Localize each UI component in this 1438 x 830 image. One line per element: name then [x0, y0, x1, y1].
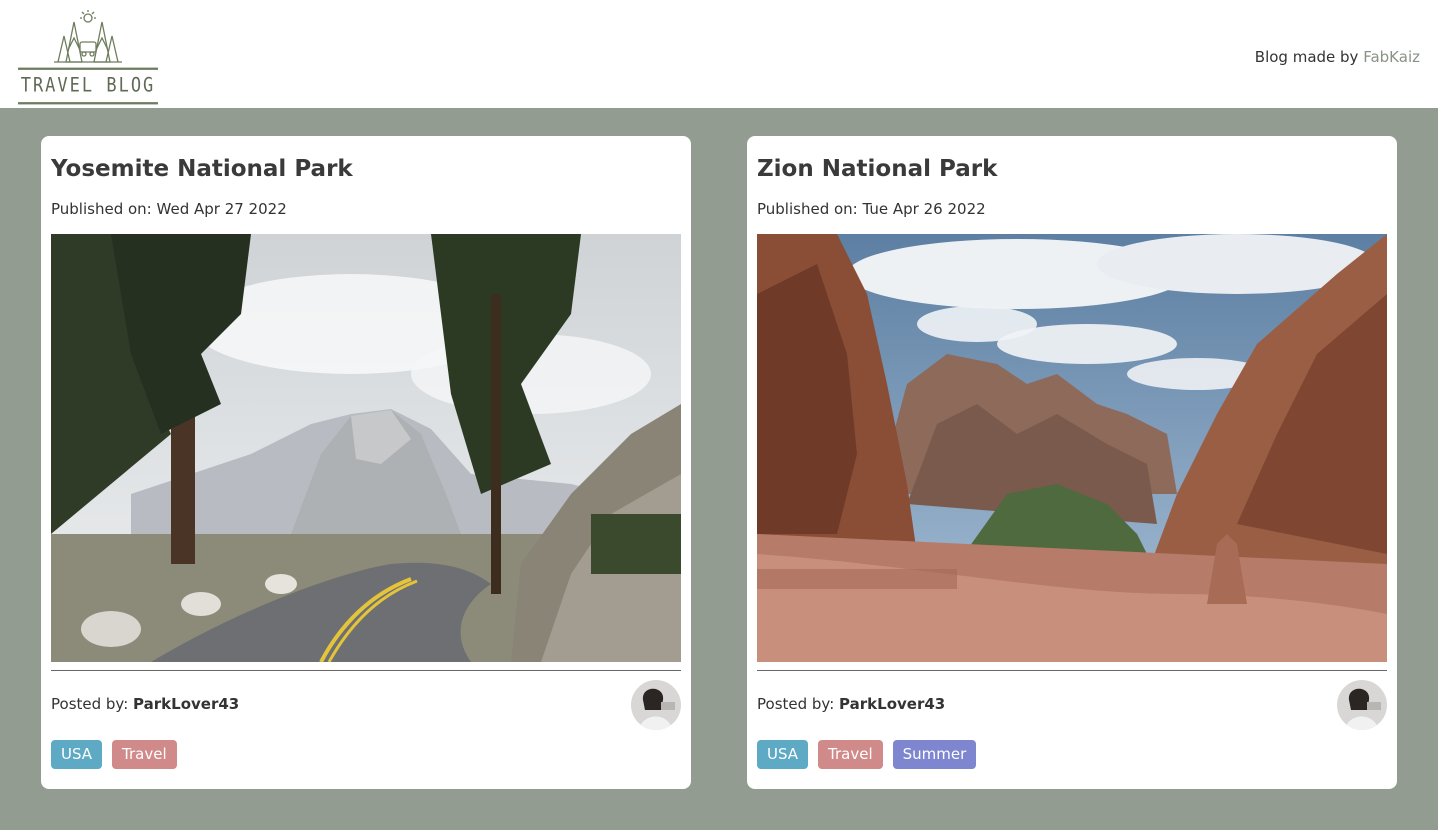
post-title[interactable]: Yosemite National Park — [51, 156, 353, 182]
post-image[interactable] — [51, 234, 681, 662]
user-avatar-icon — [1337, 680, 1387, 730]
blog-credit: Blog made by FabKaiz — [1255, 48, 1420, 66]
tag-summer[interactable]: Summer — [892, 740, 977, 769]
tag-list: USA Travel Summer — [757, 740, 977, 769]
trees-sun-logo-icon — [54, 10, 122, 63]
credit-prefix: Blog made by — [1254, 48, 1359, 66]
divider — [51, 670, 681, 671]
author-name[interactable]: ParkLover43 — [133, 695, 239, 713]
post-date: Published on: Tue Apr 26 2022 — [757, 200, 986, 218]
site-header: TRAVEL BLOG Blog made by FabKaiz — [0, 0, 1438, 108]
post-title[interactable]: Zion National Park — [757, 156, 997, 182]
posted-by: Posted by: ParkLover43 — [757, 695, 945, 713]
tag-travel[interactable]: Travel — [112, 740, 177, 769]
tag-travel[interactable]: Travel — [818, 740, 883, 769]
divider — [757, 670, 1387, 671]
author-name[interactable]: ParkLover43 — [839, 695, 945, 713]
credit-author-link[interactable]: FabKaiz — [1363, 48, 1420, 66]
zion-landscape-image — [757, 234, 1387, 662]
post-image[interactable] — [757, 234, 1387, 662]
date-label: Published on: — [757, 200, 858, 218]
tag-list: USA Travel — [51, 740, 177, 769]
date-label: Published on: — [51, 200, 152, 218]
post-card[interactable]: Zion National Park Published on: Tue Apr… — [747, 136, 1397, 789]
date-value: Tue Apr 26 2022 — [862, 200, 986, 218]
post-card[interactable]: Yosemite National Park Published on: Wed… — [41, 136, 691, 789]
avatar[interactable] — [1337, 680, 1387, 730]
date-value: Wed Apr 27 2022 — [156, 200, 287, 218]
tag-usa[interactable]: USA — [51, 740, 103, 769]
posted-by: Posted by: ParkLover43 — [51, 695, 239, 713]
tag-usa[interactable]: USA — [757, 740, 809, 769]
yosemite-landscape-image — [51, 234, 681, 662]
avatar[interactable] — [631, 680, 681, 730]
logo-text: TRAVEL BLOG — [18, 67, 158, 105]
post-date: Published on: Wed Apr 27 2022 — [51, 200, 287, 218]
posted-label: Posted by: — [51, 695, 129, 713]
posted-label: Posted by: — [757, 695, 835, 713]
travel-blog-logo[interactable]: TRAVEL BLOG — [18, 10, 158, 105]
user-avatar-icon — [631, 680, 681, 730]
